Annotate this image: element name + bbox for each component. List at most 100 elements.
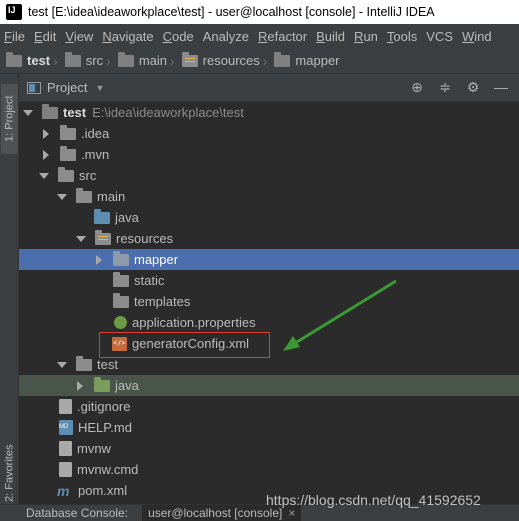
menu-bar: File Edit View Navigate Code Analyze Ref… <box>0 24 519 48</box>
tree-node-mvnw-cmd[interactable]: mvnw.cmd <box>19 459 519 480</box>
tree-node-help[interactable]: HELP.md <box>19 417 519 438</box>
menu-mnemonic: F <box>4 28 12 44</box>
tree-node-templates[interactable]: templates <box>19 291 519 312</box>
tree-label: pom.xml <box>78 483 128 498</box>
collapse-arrow-icon[interactable] <box>77 380 83 391</box>
tree-node-java[interactable]: java <box>19 207 519 228</box>
collapse-all-icon[interactable]: ≑ <box>437 79 453 95</box>
watermark: https://blog.csdn.net/qq_41592652 <box>266 492 481 508</box>
menu-mnemonic: B <box>316 28 325 44</box>
tree-label: templates <box>134 294 191 309</box>
menu-label: iew <box>73 28 94 44</box>
folder-icon <box>42 103 58 119</box>
menu-label: uild <box>324 28 346 44</box>
tree-node-mvn[interactable]: .mvn <box>19 144 519 165</box>
menu-refactor[interactable]: Refactor <box>254 29 312 44</box>
window-title: test [E:\idea\ideaworkplace\test] - user… <box>28 5 435 19</box>
breadcrumb-label: mapper <box>295 53 340 68</box>
text-file-icon <box>59 441 72 456</box>
expand-arrow-icon[interactable] <box>76 235 86 242</box>
menu-navigate[interactable]: Navigate <box>98 29 158 44</box>
breadcrumb-mapper[interactable]: mapper <box>274 51 340 68</box>
tree-node-static[interactable]: static <box>19 270 519 291</box>
locate-icon[interactable]: ⊕ <box>409 79 425 95</box>
expand-arrow-icon[interactable] <box>57 361 67 368</box>
collapse-arrow-icon[interactable] <box>43 128 49 139</box>
menu-label: Analyze <box>202 28 249 44</box>
tree-node-src[interactable]: src <box>19 165 519 186</box>
folder-icon <box>58 166 74 182</box>
breadcrumb: test › src › main › resources › mapper <box>0 48 519 74</box>
text-file-icon <box>59 462 72 477</box>
menu-label: avigate <box>111 28 154 44</box>
expand-arrow-icon[interactable] <box>57 193 67 200</box>
project-icon <box>27 81 41 94</box>
menu-run[interactable]: Run <box>350 29 383 44</box>
menu-tools[interactable]: Tools <box>383 29 422 44</box>
expand-arrow-icon[interactable] <box>23 109 33 116</box>
folder-icon <box>113 292 129 308</box>
menu-mnemonic: R <box>257 28 268 44</box>
source-folder-icon <box>94 208 110 224</box>
menu-label: ile <box>11 28 25 44</box>
menu-file[interactable]: File <box>0 29 30 44</box>
tree-path: E:\idea\ideaworkplace\test <box>92 105 244 120</box>
folder-icon <box>274 51 291 67</box>
tree-label: main <box>97 189 126 204</box>
chevron-right-icon: › <box>170 52 175 69</box>
tree-node-main[interactable]: main <box>19 186 519 207</box>
folder-icon <box>76 187 92 203</box>
menu-mnemonic: V <box>65 28 74 44</box>
tree-node-gitignore[interactable]: .gitignore <box>19 396 519 417</box>
tree-node-root[interactable]: test E:\idea\ideaworkplace\test <box>19 102 519 123</box>
menu-window[interactable]: Wind <box>458 29 497 44</box>
folder-icon <box>60 124 76 140</box>
breadcrumb-resources[interactable]: resources › <box>181 51 271 69</box>
maven-icon: m <box>57 482 70 499</box>
tree-node-test-java[interactable]: java <box>19 375 519 396</box>
title-bar: test [E:\idea\ideaworkplace\test] - user… <box>0 0 519 24</box>
breadcrumb-main[interactable]: main › <box>117 51 178 69</box>
tree-label: java <box>115 210 139 225</box>
menu-label: efactor <box>267 28 308 44</box>
collapse-arrow-icon[interactable] <box>43 149 49 160</box>
tree-label: HELP.md <box>78 420 132 435</box>
menu-build[interactable]: Build <box>312 29 350 44</box>
gear-icon[interactable]: ⚙ <box>465 79 481 95</box>
tree-label: .gitignore <box>77 399 131 414</box>
resources-folder-icon <box>181 51 198 67</box>
folder-icon <box>76 355 92 371</box>
collapse-arrow-icon[interactable] <box>96 254 102 265</box>
menu-analyze[interactable]: Analyze <box>199 29 254 44</box>
project-view-selector[interactable]: Project ▼ <box>27 80 104 95</box>
project-panel-header: Project ▼ ⊕ ≑ ⚙ — <box>19 74 519 102</box>
tree-node-mapper[interactable]: mapper <box>19 249 519 270</box>
left-tool-strip: 1: Project 2: Favorites <box>0 74 19 504</box>
tree-node-application-properties[interactable]: application.properties <box>19 312 519 333</box>
panel-title: Project <box>47 80 88 95</box>
tree-node-mvnw[interactable]: mvnw <box>19 438 519 459</box>
breadcrumb-test[interactable]: test › <box>6 51 61 69</box>
console-tab-label: user@localhost [console] <box>148 506 283 520</box>
menu-mnemonic: E <box>33 28 43 44</box>
tree-label: mvnw <box>77 441 111 456</box>
tab-project[interactable]: 1: Project <box>1 84 18 154</box>
close-icon[interactable]: × <box>288 506 295 520</box>
hide-icon[interactable]: — <box>493 79 509 95</box>
folder-icon <box>6 51 22 67</box>
test-folder-icon <box>94 376 110 392</box>
menu-mnemonic: C <box>162 28 173 44</box>
breadcrumb-label: src <box>85 53 104 68</box>
menu-edit[interactable]: Edit <box>30 29 61 44</box>
chevron-right-icon: › <box>53 52 58 69</box>
tab-favorites[interactable]: 2: Favorites <box>1 438 18 508</box>
menu-code[interactable]: Code <box>159 29 199 44</box>
chevron-down-icon: ▼ <box>95 82 105 93</box>
menu-view[interactable]: View <box>61 29 98 44</box>
tree-node-resources[interactable]: resources <box>19 228 519 249</box>
menu-label: un <box>363 28 378 44</box>
breadcrumb-src[interactable]: src › <box>64 51 114 69</box>
expand-arrow-icon[interactable] <box>39 172 49 179</box>
menu-vcs[interactable]: VCS <box>422 29 458 44</box>
tree-node-idea[interactable]: .idea <box>19 123 519 144</box>
